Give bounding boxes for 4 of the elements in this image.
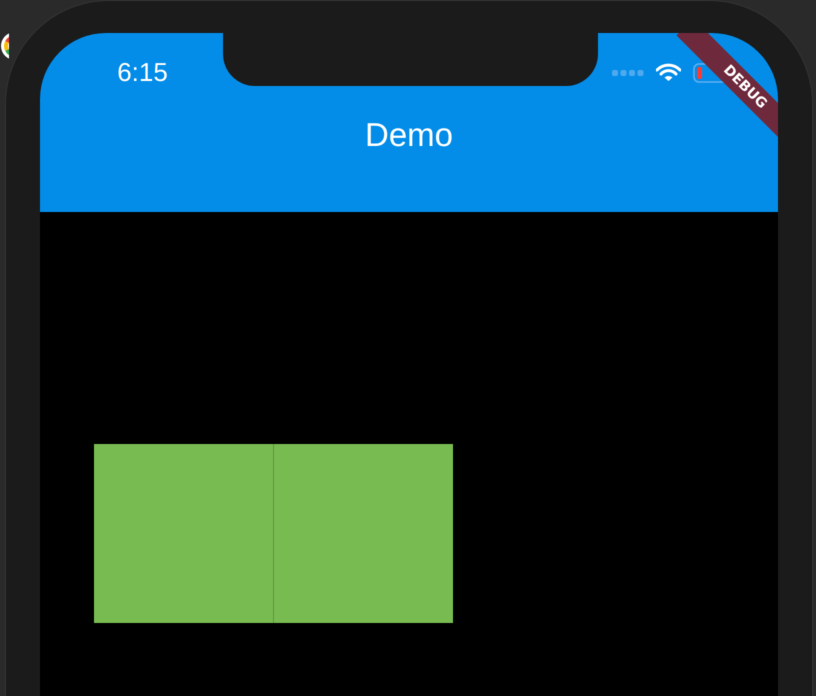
wifi-icon <box>656 63 681 82</box>
clock-time: 6:15 <box>117 57 168 88</box>
signal-icon <box>612 70 644 76</box>
app-bar-title: Demo <box>364 116 454 154</box>
